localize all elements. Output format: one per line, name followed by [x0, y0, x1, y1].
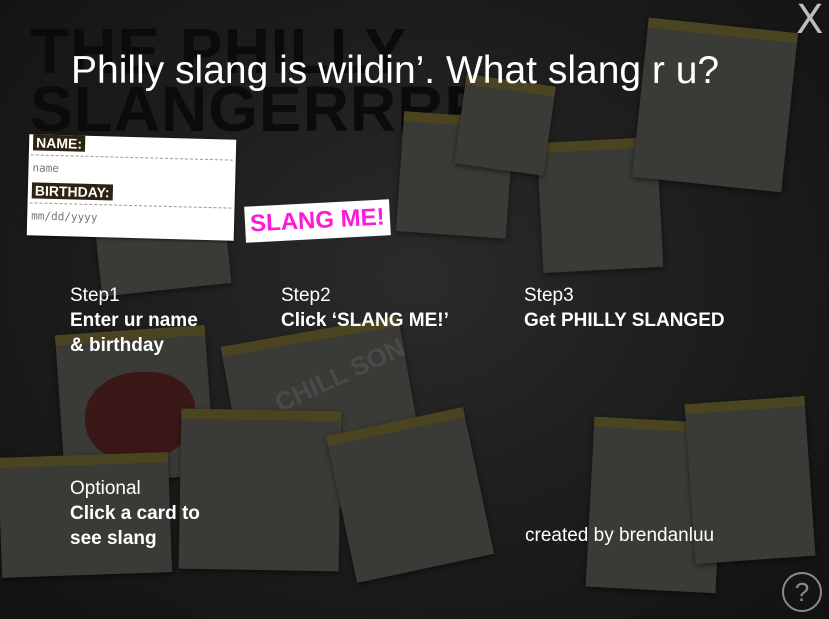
page-title: Philly slang is wildin’. What slang r u? [71, 49, 720, 92]
help-icon[interactable]: ? [782, 572, 822, 612]
step-3-heading: Step3 [524, 285, 574, 306]
optional-heading: Optional [70, 478, 141, 499]
optional-step: Optional Click a card to see slang [70, 476, 200, 551]
name-label: NAME: [32, 134, 86, 152]
step-1-line1: Enter ur name [70, 310, 198, 331]
birthday-label: BIRTHDAY: [31, 182, 113, 201]
name-input[interactable] [30, 154, 233, 185]
credit-text: created by brendanluu [525, 525, 715, 546]
step-3: Step3 Get PHILLY SLANGED [524, 283, 725, 333]
optional-line2: see slang [70, 528, 157, 549]
step-1-line2: & birthday [70, 335, 164, 356]
close-button[interactable]: X [796, 0, 823, 40]
step-2-line1: Click ‘SLANG ME!’ [281, 310, 449, 331]
step-2: Step2 Click ‘SLANG ME!’ [281, 283, 449, 333]
input-form-card: NAME: BIRTHDAY: [26, 134, 237, 241]
background-card[interactable] [632, 17, 798, 193]
step-1-heading: Step1 [70, 285, 120, 306]
step-2-heading: Step2 [281, 285, 331, 306]
background-card[interactable] [178, 408, 342, 572]
optional-line1: Click a card to [70, 503, 200, 524]
slang-me-button[interactable]: SLANG ME! [244, 199, 391, 243]
birthday-input[interactable] [28, 202, 232, 233]
step-3-line1: Get PHILLY SLANGED [524, 310, 725, 331]
app-screen: THE PHILLY SLANGERRRR CHILL SON X Philly… [0, 0, 829, 619]
step-1: Step1 Enter ur name & birthday [70, 283, 198, 358]
background-card[interactable] [325, 407, 495, 583]
